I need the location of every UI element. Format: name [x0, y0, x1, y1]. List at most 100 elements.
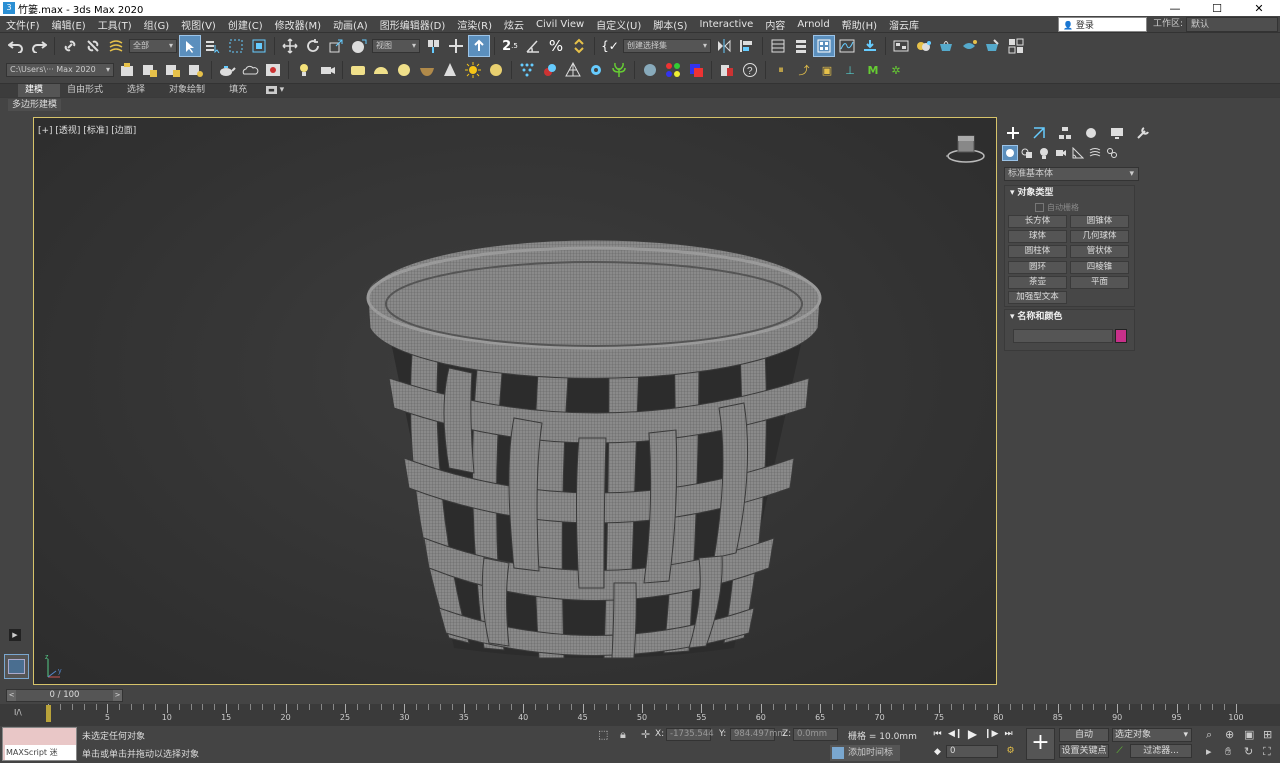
- orbit-icon[interactable]: ↻: [1244, 745, 1253, 758]
- bowl-icon[interactable]: [417, 60, 437, 80]
- palette-icon[interactable]: [663, 60, 683, 80]
- viewcube-icon[interactable]: [946, 132, 988, 166]
- time-slider-prev[interactable]: <: [7, 690, 16, 701]
- material-editor-icon[interactable]: [914, 36, 934, 56]
- spinner-snap-icon[interactable]: [569, 36, 589, 56]
- add-time-tag-button[interactable]: 添加时间标记: [830, 745, 900, 761]
- mini-curve-editor-icon[interactable]: I/\: [14, 708, 22, 717]
- menu-item[interactable]: Interactive: [693, 19, 759, 30]
- tab-selection[interactable]: 选择: [120, 84, 162, 97]
- undo-icon[interactable]: [6, 36, 26, 56]
- polygon-modeling-panel[interactable]: 多边形建模: [8, 99, 62, 111]
- menu-item[interactable]: Civil View: [530, 19, 590, 30]
- disc-icon[interactable]: [486, 60, 506, 80]
- lights-icon[interactable]: [1037, 146, 1051, 160]
- menu-item[interactable]: Arnold: [791, 19, 835, 30]
- menu-item[interactable]: 动画(A): [327, 17, 374, 32]
- place-icon[interactable]: [349, 36, 369, 56]
- viewport-label[interactable]: [+] [透视] [标准] [边面]: [38, 123, 136, 136]
- fov-icon[interactable]: ▸: [1206, 745, 1212, 758]
- selection-filter-dropdown[interactable]: 全部: [129, 39, 177, 53]
- object-color-swatch[interactable]: [1115, 329, 1127, 343]
- display-tab-icon[interactable]: [1107, 125, 1127, 141]
- maxscript-listener[interactable]: MAXScript 迷: [2, 727, 77, 761]
- tab-populate[interactable]: 填充: [222, 84, 264, 97]
- spacewarps-icon[interactable]: [1088, 146, 1102, 160]
- shapes-icon[interactable]: [1020, 146, 1034, 160]
- curve-editor-icon[interactable]: [837, 36, 857, 56]
- select-manipulate-icon[interactable]: [446, 36, 466, 56]
- object-category-dropdown[interactable]: 标准基本体: [1004, 167, 1139, 181]
- motion-tab-icon[interactable]: [1081, 125, 1101, 141]
- zoom-icon[interactable]: ⌕: [1206, 728, 1212, 742]
- torus-button[interactable]: 圆环: [1008, 261, 1067, 274]
- toggle-ribbon-icon[interactable]: [813, 35, 835, 57]
- scale-icon[interactable]: [326, 36, 346, 56]
- cylinder-button[interactable]: 圆柱体: [1008, 245, 1067, 258]
- angle-snap-icon[interactable]: [523, 36, 543, 56]
- render-setup-icon[interactable]: [937, 36, 957, 56]
- rotate-icon[interactable]: [303, 36, 323, 56]
- plane-object-icon[interactable]: [348, 60, 368, 80]
- next-frame-icon[interactable]: ❙▶: [984, 728, 998, 741]
- plugin-gear-icon[interactable]: ✲: [886, 60, 906, 80]
- render-online-icon[interactable]: [1006, 36, 1026, 56]
- object-name-field[interactable]: [1013, 329, 1113, 343]
- window-crossing-icon[interactable]: [249, 36, 269, 56]
- ribbon-options-toggle[interactable]: ▬ ▾: [264, 84, 286, 97]
- menu-item[interactable]: 工具(T): [92, 17, 138, 32]
- time-config-icon[interactable]: ⚙: [1004, 745, 1017, 758]
- menu-item[interactable]: 编辑(E): [46, 17, 92, 32]
- unlink-icon[interactable]: [83, 36, 103, 56]
- y-coordinate-field[interactable]: 984.497mm: [730, 728, 786, 741]
- key-tangent-icon[interactable]: ⟋: [1113, 745, 1126, 758]
- cloud-icon[interactable]: [240, 60, 260, 80]
- plugin-m-icon[interactable]: M: [863, 60, 883, 80]
- help-icon[interactable]: ?: [740, 60, 760, 80]
- tube-button[interactable]: 管状体: [1070, 245, 1129, 258]
- z-coordinate-field[interactable]: 0.0mm: [793, 728, 838, 741]
- capsule-icon[interactable]: [540, 60, 560, 80]
- menu-item[interactable]: 组(G): [138, 17, 176, 32]
- object-type-header[interactable]: 对象类型: [1005, 186, 1134, 200]
- zoom-all-icon[interactable]: ⊕: [1225, 728, 1234, 741]
- basket-model[interactable]: [354, 238, 834, 668]
- foliage-icon[interactable]: [609, 60, 629, 80]
- lock-selection-icon[interactable]: 🔒︎: [620, 728, 626, 742]
- plugin-box-icon[interactable]: ▣: [817, 60, 837, 80]
- menu-item[interactable]: 创建(C): [222, 17, 269, 32]
- cone-icon[interactable]: [440, 60, 460, 80]
- teapot-icon[interactable]: [217, 60, 237, 80]
- layer-explorer-icon[interactable]: [791, 36, 811, 56]
- box-button[interactable]: 长方体: [1008, 215, 1067, 228]
- cone-button[interactable]: 圆锥体: [1070, 215, 1129, 228]
- keyboard-shortcut-override-icon[interactable]: [468, 35, 490, 57]
- hemisphere-icon[interactable]: [371, 60, 391, 80]
- menu-item[interactable]: 脚本(S): [647, 17, 693, 32]
- absolute-mode-icon[interactable]: ✛: [641, 728, 650, 741]
- image-viewer-icon[interactable]: [263, 60, 283, 80]
- select-by-name-icon[interactable]: [203, 36, 223, 56]
- play-icon[interactable]: ▶: [966, 728, 979, 741]
- menu-item[interactable]: 图形编辑器(D): [374, 17, 452, 32]
- set-key-icon[interactable]: +: [1026, 728, 1055, 760]
- move-icon[interactable]: [280, 36, 300, 56]
- sun-icon[interactable]: [463, 60, 483, 80]
- pivot-center-icon[interactable]: [423, 36, 443, 56]
- align-icon[interactable]: [737, 36, 757, 56]
- teapot-button[interactable]: 茶壶: [1008, 276, 1067, 289]
- pan-icon[interactable]: ✋︎: [1225, 745, 1231, 759]
- zoom-extents-all-icon[interactable]: ⊞: [1263, 728, 1272, 741]
- perspective-viewport[interactable]: [+] [透视] [标准] [边面] z y: [33, 117, 997, 685]
- edit-named-selection-icon[interactable]: {✓: [600, 36, 620, 56]
- globe-icon[interactable]: [640, 60, 660, 80]
- asset-tracking-icon[interactable]: [717, 60, 737, 80]
- geometry-icon[interactable]: [1002, 145, 1018, 161]
- reference-coord-dropdown[interactable]: 视图: [372, 39, 420, 53]
- maximize-viewport-icon[interactable]: ⛶: [1263, 745, 1271, 759]
- viewport-layout-button[interactable]: [4, 654, 29, 679]
- autogrid-checkbox[interactable]: 自动栅格: [1035, 202, 1079, 213]
- go-to-start-icon[interactable]: ⏮: [931, 728, 944, 741]
- time-slider[interactable]: < 0 / 100 >: [6, 689, 123, 702]
- render-production-icon[interactable]: [983, 36, 1003, 56]
